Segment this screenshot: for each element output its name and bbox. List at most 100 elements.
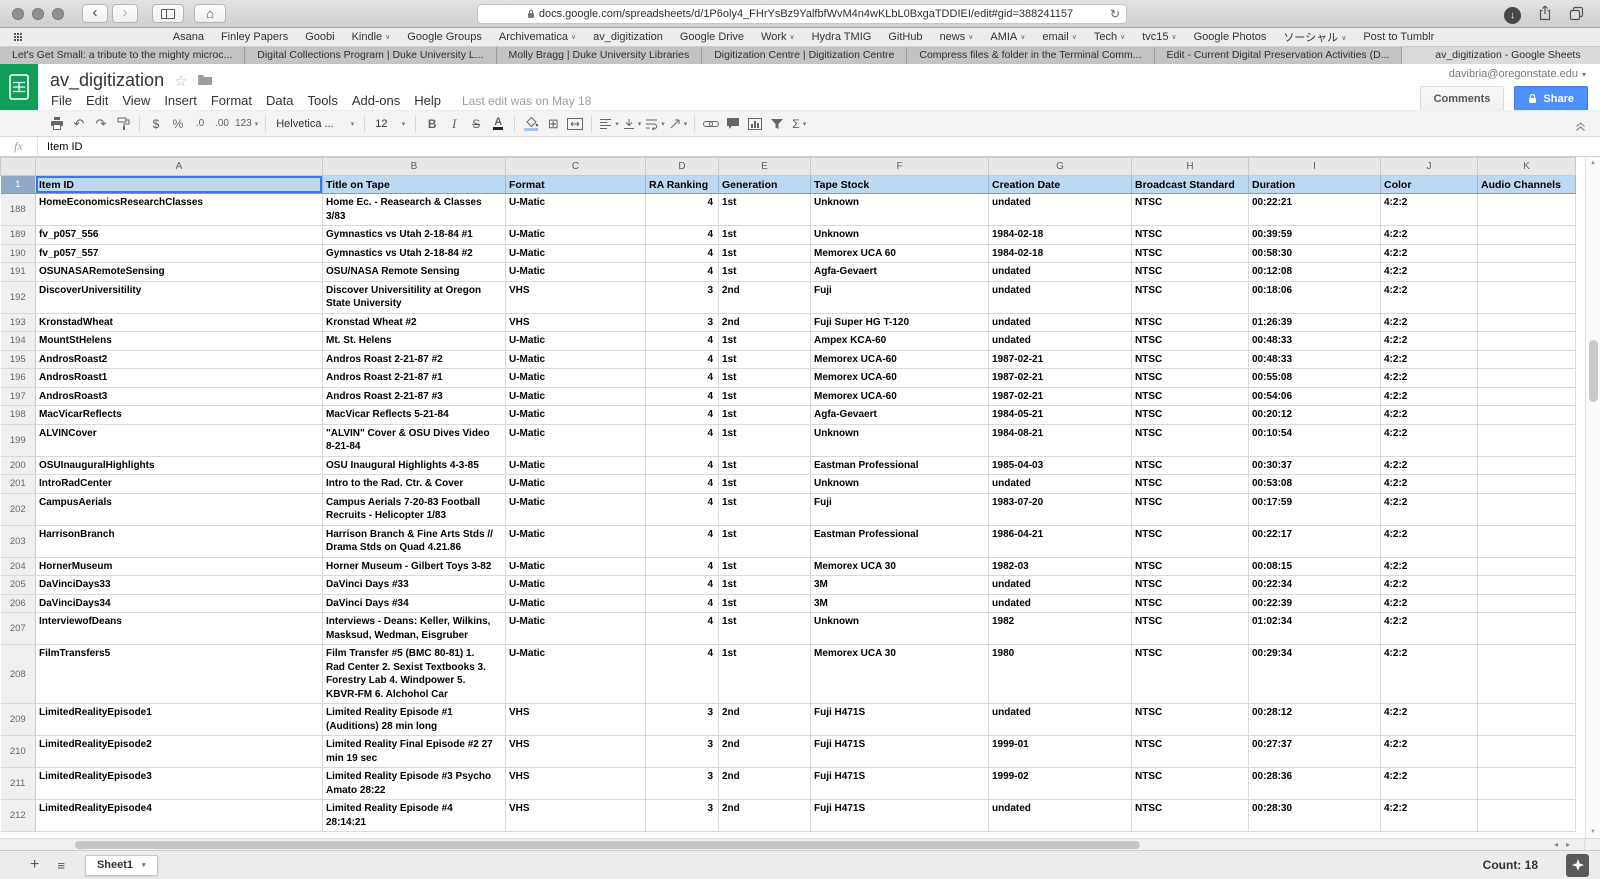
cell[interactable]: FilmTransfers5 bbox=[35, 644, 323, 704]
header-cell[interactable]: Creation Date bbox=[988, 175, 1132, 194]
cell[interactable]: 00:30:37 bbox=[1248, 456, 1381, 475]
filter-button[interactable] bbox=[766, 113, 788, 134]
cell[interactable]: 4:2:2 bbox=[1380, 474, 1478, 494]
cell[interactable]: 1st bbox=[718, 575, 811, 595]
cell[interactable]: 01:02:34 bbox=[1248, 612, 1381, 645]
insert-chart-button[interactable] bbox=[744, 113, 766, 134]
cell[interactable]: LimitedRealityEpisode4 bbox=[35, 799, 323, 832]
column-header-J[interactable]: J bbox=[1380, 157, 1478, 176]
cell[interactable]: LimitedRealityEpisode2 bbox=[35, 735, 323, 768]
cell[interactable]: 00:17:59 bbox=[1248, 493, 1381, 526]
vertical-scroll-thumb[interactable] bbox=[1589, 340, 1598, 402]
row-number[interactable]: 203 bbox=[0, 525, 36, 558]
cell[interactable]: 1st bbox=[718, 244, 811, 263]
cell[interactable]: Home Ec. - Reasearch & Classes 3/83 bbox=[322, 193, 506, 226]
row-number[interactable]: 1 bbox=[0, 175, 36, 194]
horizontal-scroll-thumb[interactable] bbox=[75, 841, 1140, 849]
menu-data[interactable]: Data bbox=[259, 91, 300, 110]
decrease-decimals-button[interactable]: .0 bbox=[189, 113, 211, 134]
cell[interactable]: HarrisonBranch bbox=[35, 525, 323, 558]
browser-tab[interactable]: Compress files & folder in the Terminal … bbox=[907, 47, 1155, 64]
cell[interactable]: U-Matic bbox=[505, 262, 646, 282]
cell[interactable]: 1984-02-18 bbox=[988, 244, 1132, 263]
cell[interactable]: Fuji Super HG T-120 bbox=[810, 313, 989, 332]
cell[interactable]: "ALVIN" Cover & OSU Dives Video 8-21-84 bbox=[322, 424, 506, 457]
forward-button[interactable]: › bbox=[112, 4, 138, 23]
row-number[interactable]: 202 bbox=[0, 493, 36, 526]
cell[interactable]: 4:2:2 bbox=[1380, 557, 1478, 576]
cell[interactable]: 4:2:2 bbox=[1380, 262, 1478, 282]
cell[interactable]: 4:2:2 bbox=[1380, 193, 1478, 226]
cell[interactable]: 4:2:2 bbox=[1380, 493, 1478, 526]
downloads-button[interactable]: ↓ bbox=[1504, 7, 1521, 24]
cell[interactable]: 4 bbox=[645, 612, 719, 645]
cell[interactable]: VHS bbox=[505, 703, 646, 736]
cell[interactable]: Fuji H471S bbox=[810, 767, 989, 800]
text-rotation-button[interactable]: ▾ bbox=[667, 113, 690, 134]
bookmark-item[interactable]: Google Groups bbox=[407, 31, 482, 43]
cell[interactable]: AndrosRoast2 bbox=[35, 350, 323, 369]
header-cell[interactable]: Format bbox=[505, 175, 646, 194]
cell[interactable]: 3 bbox=[645, 767, 719, 800]
cell[interactable]: U-Matic bbox=[505, 405, 646, 425]
cell[interactable]: 1984-08-21 bbox=[988, 424, 1132, 457]
cell[interactable]: Agfa-Gevaert bbox=[810, 262, 989, 282]
menu-tools[interactable]: Tools bbox=[300, 91, 344, 110]
star-icon[interactable]: ☆ bbox=[174, 72, 187, 90]
cell[interactable]: undated bbox=[988, 703, 1132, 736]
cell[interactable]: 4 bbox=[645, 405, 719, 425]
more-formats-button[interactable]: 123 ▾ bbox=[233, 113, 260, 134]
vertical-scrollbar[interactable]: ▲ ▼ bbox=[1585, 157, 1600, 838]
cell[interactable]: 00:22:34 bbox=[1248, 575, 1381, 595]
bookmark-item[interactable]: tvc15 ∨ bbox=[1142, 31, 1176, 43]
cell[interactable]: Memorex UCA 30 bbox=[810, 557, 989, 576]
cell[interactable]: 4 bbox=[645, 225, 719, 245]
cell[interactable]: NTSC bbox=[1131, 456, 1249, 475]
share-page-button[interactable] bbox=[1538, 5, 1552, 26]
cell[interactable]: 00:28:36 bbox=[1248, 767, 1381, 800]
zoom-window-button[interactable] bbox=[52, 7, 64, 20]
row-number[interactable]: 188 bbox=[0, 193, 36, 226]
bookmark-item[interactable]: Asana bbox=[173, 31, 204, 43]
menu-format[interactable]: Format bbox=[204, 91, 259, 110]
header-cell[interactable]: Duration bbox=[1248, 175, 1381, 194]
cell[interactable]: NTSC bbox=[1131, 244, 1249, 263]
status-count[interactable]: Count: 18 bbox=[1483, 858, 1538, 872]
italic-button[interactable]: I bbox=[443, 113, 465, 134]
back-button[interactable]: ‹ bbox=[82, 4, 108, 23]
cell[interactable]: Memorex UCA-60 bbox=[810, 387, 989, 406]
cell[interactable]: 4 bbox=[645, 368, 719, 388]
cell[interactable] bbox=[1477, 368, 1576, 388]
cell[interactable]: HornerMuseum bbox=[35, 557, 323, 576]
cell[interactable]: 4:2:2 bbox=[1380, 799, 1478, 832]
cell[interactable]: Intro to the Rad. Ctr. & Cover bbox=[322, 474, 506, 494]
bookmark-item[interactable]: email ∨ bbox=[1042, 31, 1076, 43]
cell[interactable]: Interviews - Deans: Keller, Wilkins, Mas… bbox=[322, 612, 506, 645]
cell[interactable]: 00:22:21 bbox=[1248, 193, 1381, 226]
cell[interactable] bbox=[1477, 644, 1576, 704]
cell[interactable]: 1986-04-21 bbox=[988, 525, 1132, 558]
cell[interactable]: 2nd bbox=[718, 735, 811, 768]
cell[interactable]: DaVinciDays33 bbox=[35, 575, 323, 595]
row-number[interactable]: 211 bbox=[0, 767, 36, 800]
cell[interactable]: 3M bbox=[810, 575, 989, 595]
cell[interactable]: 1st bbox=[718, 474, 811, 494]
cell[interactable]: 4:2:2 bbox=[1380, 368, 1478, 388]
column-header-E[interactable]: E bbox=[718, 157, 811, 176]
page-title[interactable]: av_digitization bbox=[50, 70, 164, 91]
cell[interactable]: 4 bbox=[645, 557, 719, 576]
header-cell[interactable]: RA Ranking bbox=[645, 175, 719, 194]
cell[interactable]: NTSC bbox=[1131, 281, 1249, 314]
bookmark-item[interactable]: Post to Tumblr bbox=[1363, 31, 1434, 43]
browser-tab[interactable]: Digitization Centre | Digitization Centr… bbox=[702, 47, 908, 64]
row-number[interactable]: 206 bbox=[0, 594, 36, 613]
bookmarks-grid-icon[interactable] bbox=[14, 33, 16, 35]
cell[interactable]: Eastman Professional bbox=[810, 456, 989, 475]
header-cell[interactable]: Item ID bbox=[35, 175, 323, 194]
cell[interactable]: LimitedRealityEpisode3 bbox=[35, 767, 323, 800]
formula-input[interactable]: Item ID bbox=[38, 137, 82, 156]
cell[interactable]: 1982-03 bbox=[988, 557, 1132, 576]
cell[interactable]: U-Matic bbox=[505, 493, 646, 526]
cell[interactable]: 3 bbox=[645, 313, 719, 332]
format-currency-button[interactable]: $ bbox=[145, 113, 167, 134]
